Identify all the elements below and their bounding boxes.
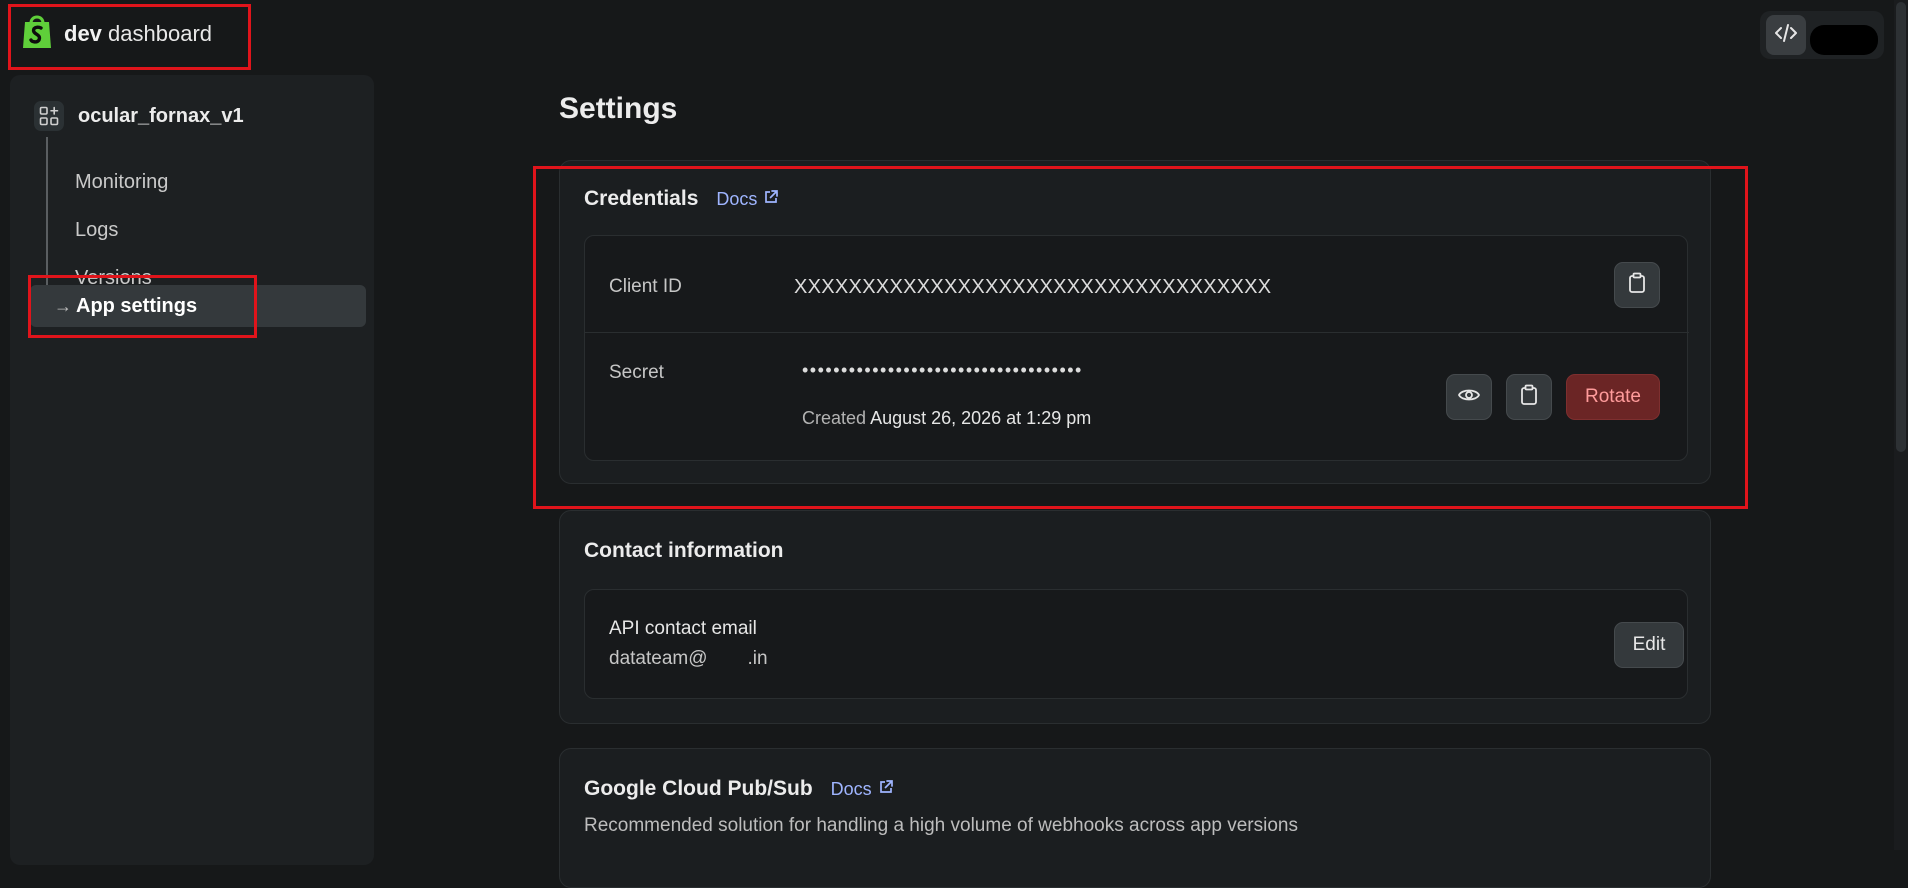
avatar[interactable] [1810,25,1878,55]
reveal-secret-button[interactable] [1446,374,1492,420]
sidebar-item-label: Monitoring [75,170,169,193]
email-suffix: .in [747,648,768,669]
sidebar-item-app-settings[interactable]: → App settings [30,285,366,327]
external-link-icon [878,779,894,800]
secret-created: Created August 26, 2026 at 1:29 pm [802,408,1091,429]
shopify-bag-icon [20,12,54,56]
contact-card: Contact information API contact email da… [559,510,1711,724]
eye-icon [1457,387,1481,408]
credentials-list: Client ID XXXXXXXXXXXXXXXXXXXXXXXXXXXXXX… [584,235,1689,461]
credentials-title: Credentials [584,187,699,210]
sidebar-item-label: App settings [76,294,198,317]
brand-name-rest: dashboard [108,21,213,46]
secret-label: Secret [609,362,664,383]
contact-title: Contact information [584,539,784,562]
edit-contact-email-button[interactable]: Edit [1614,622,1684,668]
client-id-label: Client ID [609,276,682,297]
created-prefix: Created [802,408,867,428]
code-icon [1775,23,1797,48]
docs-label: Docs [716,188,758,209]
clipboard-icon [1627,272,1647,299]
brand-logo[interactable]: dev dashboard [20,14,212,54]
secret-value: •••••••••••••••••••••••••••••••••••• [802,360,1083,380]
scrollbar-thumb[interactable] [1896,2,1906,452]
copy-client-id-button[interactable] [1614,262,1660,308]
sidebar-app-header[interactable]: ocular_fornax_v1 [34,99,244,133]
sidebar-item-label: Logs [75,218,119,241]
rotate-secret-button[interactable]: Rotate [1566,374,1660,420]
clipboard-icon [1519,384,1539,411]
api-contact-email-value: datateam@ .in [609,648,768,670]
api-contact-email-label: API contact email [609,618,757,639]
contact-list: API contact email datateam@ .in Edit [584,589,1688,699]
copy-secret-button[interactable] [1506,374,1552,420]
nav-tree-line [46,137,48,305]
app-name: ocular_fornax_v1 [78,104,244,127]
row-divider [585,332,1689,333]
credentials-card: Credentials Docs Client ID XXXXXXXXXXXXX… [559,160,1711,484]
app-grid-icon [34,101,64,131]
pubsub-docs-link[interactable]: Docs [831,779,894,800]
created-date: August 26, 2026 at 1:29 pm [870,408,1092,428]
client-id-value: XXXXXXXXXXXXXXXXXXXXXXXXXXXXXXXXXXX [794,276,1272,298]
pubsub-card: Google Cloud Pub/Sub Docs Recommended so… [559,748,1711,888]
brand-name-bold: dev [64,21,102,46]
pubsub-description: Recommended solution for handling a high… [584,815,1298,836]
email-prefix: datateam@ [609,648,708,669]
tree-arrow-icon: → [54,295,72,316]
page-scrollbar[interactable] [1894,0,1908,850]
top-right-controls [1760,11,1884,59]
dev-tools-button[interactable] [1766,15,1806,55]
sidebar-item-logs[interactable]: Logs [75,210,118,250]
credentials-docs-link[interactable]: Docs [716,189,779,210]
sidebar: ocular_fornax_v1 Monitoring Logs Version… [10,75,374,865]
docs-label: Docs [830,778,872,799]
external-link-icon [763,189,779,210]
pubsub-title: Google Cloud Pub/Sub [584,777,813,800]
page-title: Settings [559,92,678,125]
sidebar-item-monitoring[interactable]: Monitoring [75,162,168,202]
